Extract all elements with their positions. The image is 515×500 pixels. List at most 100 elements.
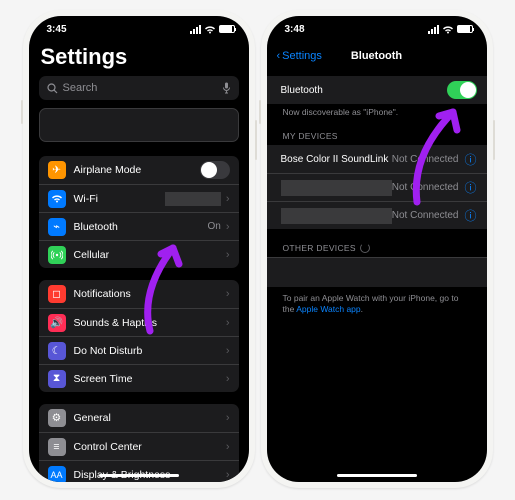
speaker-icon: 🔊 [48, 314, 66, 332]
row-label: Do Not Disturb [74, 345, 226, 357]
settings-group-general: ⚙ General › ≡ Control Center › AA Displa… [39, 404, 239, 482]
chevron-right-icon: › [226, 193, 230, 205]
sliders-icon: ≡ [48, 438, 66, 456]
chevron-right-icon: › [226, 317, 230, 329]
moon-icon: ☾ [48, 342, 66, 360]
row-airplane-mode[interactable]: ✈ Airplane Mode [39, 156, 239, 184]
notch [91, 16, 187, 34]
hourglass-icon: ⧗ [48, 370, 66, 388]
row-label: Cellular [74, 249, 226, 261]
discoverable-text: Now discoverable as "iPhone". [267, 104, 487, 117]
info-icon[interactable]: ⓘ [464, 179, 476, 196]
bell-icon: ◻ [48, 285, 66, 303]
signal-icon [428, 25, 439, 34]
battery-icon [457, 25, 473, 33]
bluetooth-toggle-row[interactable]: Bluetooth [267, 76, 487, 104]
status-time: 3:45 [47, 24, 67, 35]
textsize-icon: AA [48, 466, 66, 483]
home-indicator[interactable] [99, 474, 179, 477]
wifi-settings-icon [48, 190, 66, 208]
phone-right: 3:48 ‹ Settings Bluetooth Bluetooth Now … [261, 10, 493, 488]
row-value: On [207, 221, 220, 232]
row-label: Wi-Fi [74, 193, 165, 205]
status-indicators [190, 25, 235, 34]
info-icon[interactable]: ⓘ [464, 151, 476, 168]
phone-left: 3:45 Settings Search ✈ Airplane Mode [23, 10, 255, 488]
bluetooth-toggle[interactable] [447, 81, 477, 99]
row-label: Bluetooth [74, 221, 208, 233]
chevron-right-icon: › [226, 441, 230, 453]
devices-list: Bose Color II SoundLink Not Connected ⓘ … [267, 145, 487, 229]
row-label: Sounds & Haptics [74, 317, 226, 329]
section-label: OTHER DEVICES [283, 243, 356, 253]
row-screentime[interactable]: ⧗ Screen Time › [39, 364, 239, 392]
mic-icon[interactable] [222, 82, 231, 94]
row-general[interactable]: ⚙ General › [39, 404, 239, 432]
apple-watch-link[interactable]: Apple Watch app [296, 304, 360, 314]
search-input[interactable]: Search [39, 76, 239, 100]
row-dnd[interactable]: ☾ Do Not Disturb › [39, 336, 239, 364]
cellular-icon [48, 246, 66, 264]
row-label: Screen Time [74, 373, 226, 385]
row-notifications[interactable]: ◻ Notifications › [39, 280, 239, 308]
wifi-icon [442, 25, 454, 34]
info-icon[interactable]: ⓘ [464, 207, 476, 224]
chevron-right-icon: › [226, 345, 230, 357]
bluetooth-icon: ⌁ [48, 218, 66, 236]
chevron-right-icon: › [226, 249, 230, 261]
wifi-icon [204, 25, 216, 34]
settings-group-notifications: ◻ Notifications › 🔊 Sounds & Haptics › ☾… [39, 280, 239, 392]
chevron-right-icon: › [226, 412, 230, 424]
device-row[interactable]: Not Connected ⓘ [267, 201, 487, 229]
row-label: General [74, 412, 226, 424]
device-name: Bose Color II SoundLink [281, 154, 392, 165]
chevron-right-icon: › [226, 469, 230, 481]
screen-right: 3:48 ‹ Settings Bluetooth Bluetooth Now … [267, 16, 487, 482]
row-wifi[interactable]: Wi-Fi › [39, 184, 239, 212]
watch-footnote: To pair an Apple Watch with your iPhone,… [267, 287, 487, 321]
status-time: 3:48 [285, 24, 305, 35]
device-row[interactable]: Bose Color II SoundLink Not Connected ⓘ [267, 145, 487, 173]
other-device-placeholder [267, 257, 487, 287]
screen-left: 3:45 Settings Search ✈ Airplane Mode [29, 16, 249, 482]
device-status: Not Connected [392, 182, 459, 193]
row-label: Bluetooth [281, 85, 447, 96]
wifi-value-redacted [165, 192, 221, 206]
search-placeholder: Search [63, 82, 98, 94]
row-control-center[interactable]: ≡ Control Center › [39, 432, 239, 460]
footnote-text: . [361, 304, 363, 314]
airplane-icon: ✈ [48, 161, 66, 179]
home-indicator[interactable] [337, 474, 417, 477]
device-name-redacted [281, 208, 392, 224]
airplane-toggle[interactable] [200, 161, 230, 179]
signal-icon [190, 25, 201, 34]
page-title: Settings [29, 42, 249, 76]
row-bluetooth[interactable]: ⌁ Bluetooth On › [39, 212, 239, 240]
device-status: Not Connected [392, 154, 459, 165]
chevron-right-icon: › [226, 373, 230, 385]
row-label: Notifications [74, 288, 226, 300]
device-status: Not Connected [392, 210, 459, 221]
chevron-right-icon: › [226, 288, 230, 300]
spinner-icon [360, 243, 370, 253]
nav-bar: ‹ Settings Bluetooth [267, 42, 487, 70]
row-display[interactable]: AA Display & Brightness › [39, 460, 239, 482]
row-sounds[interactable]: 🔊 Sounds & Haptics › [39, 308, 239, 336]
row-label: Airplane Mode [74, 164, 200, 176]
section-my-devices: MY DEVICES [267, 117, 487, 145]
bluetooth-content: Bluetooth Now discoverable as "iPhone". … [267, 70, 487, 321]
notch [329, 16, 425, 34]
section-other-devices: OTHER DEVICES [267, 229, 487, 257]
search-icon [47, 83, 58, 94]
row-cellular[interactable]: Cellular › [39, 240, 239, 268]
row-label: Control Center [74, 441, 226, 453]
nav-title: Bluetooth [267, 50, 487, 62]
gear-icon: ⚙ [48, 409, 66, 427]
settings-group-connectivity: ✈ Airplane Mode Wi-Fi › ⌁ Bluetooth On ›… [39, 156, 239, 268]
chevron-right-icon: › [226, 221, 230, 233]
status-indicators [428, 25, 473, 34]
device-name-redacted [281, 180, 392, 196]
battery-icon [219, 25, 235, 33]
device-row[interactable]: Not Connected ⓘ [267, 173, 487, 201]
apple-id-placeholder[interactable] [39, 108, 239, 142]
